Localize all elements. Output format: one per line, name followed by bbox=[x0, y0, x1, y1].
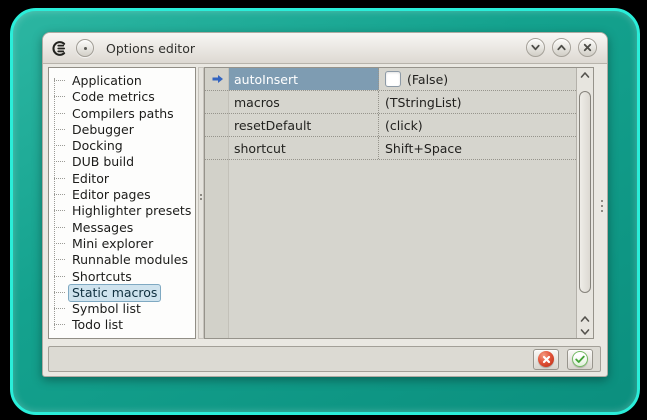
property-row-macros[interactable]: macros (TStringList) bbox=[205, 91, 576, 114]
minimize-button[interactable] bbox=[526, 38, 545, 57]
vertical-scrollbar[interactable] bbox=[576, 68, 593, 338]
property-value-text: (TStringList) bbox=[385, 95, 462, 110]
sidebar-item-mini-explorer[interactable]: Mini explorer bbox=[49, 235, 195, 251]
sidebar-item-application[interactable]: Application bbox=[49, 72, 195, 88]
scroll-up-button[interactable] bbox=[577, 68, 593, 81]
property-value-text: (click) bbox=[385, 118, 423, 133]
titlebar[interactable]: Options editor bbox=[43, 33, 607, 64]
property-row-resetdefault[interactable]: resetDefault (click) bbox=[205, 114, 576, 137]
property-value[interactable]: Shift+Space bbox=[379, 137, 576, 159]
footer-bar bbox=[48, 346, 601, 372]
window-title: Options editor bbox=[106, 41, 195, 56]
sidebar-item-messages[interactable]: Messages bbox=[49, 219, 195, 235]
sidebar-item-dub-build[interactable]: DUB build bbox=[49, 153, 195, 169]
scrollbar-track[interactable] bbox=[577, 81, 593, 312]
property-name[interactable]: resetDefault bbox=[229, 114, 379, 136]
sidebar-item-compilers-paths[interactable]: Compilers paths bbox=[49, 105, 195, 121]
scroll-up-button-bottom[interactable] bbox=[577, 312, 593, 325]
property-grid: autoInsert (False) macros (TStringList) … bbox=[204, 67, 594, 339]
sidebar-item-editor[interactable]: Editor bbox=[49, 170, 195, 186]
property-grid-body: autoInsert (False) macros (TStringList) … bbox=[205, 68, 576, 338]
property-value-text: (False) bbox=[407, 72, 448, 87]
accept-button[interactable] bbox=[567, 349, 593, 370]
close-button[interactable] bbox=[578, 38, 597, 57]
ce-logo-icon bbox=[50, 39, 68, 57]
sidebar-item-debugger[interactable]: Debugger bbox=[49, 121, 195, 137]
sidebar-item-docking[interactable]: Docking bbox=[49, 137, 195, 153]
splitter-grip-icon bbox=[200, 194, 202, 202]
window-menu-icon[interactable] bbox=[76, 39, 94, 57]
scroll-up-icon bbox=[580, 315, 590, 323]
close-icon bbox=[582, 42, 593, 53]
property-value-text: Shift+Space bbox=[385, 141, 462, 156]
property-value[interactable]: (click) bbox=[379, 114, 576, 136]
sidebar-item-runnable-modules[interactable]: Runnable modules bbox=[49, 251, 195, 267]
scroll-down-icon bbox=[580, 328, 590, 336]
accept-check-icon bbox=[572, 351, 588, 367]
property-value[interactable]: (False) bbox=[379, 68, 576, 90]
scrollbar-thumb[interactable] bbox=[579, 91, 591, 293]
cancel-button[interactable] bbox=[533, 349, 559, 370]
autoinsert-checkbox[interactable] bbox=[385, 71, 401, 87]
scroll-up-icon bbox=[580, 71, 590, 79]
window-resize-grip[interactable] bbox=[601, 200, 603, 215]
scroll-down-button[interactable] bbox=[577, 325, 593, 338]
property-name[interactable]: macros bbox=[229, 91, 379, 113]
maximize-button[interactable] bbox=[552, 38, 571, 57]
sidebar-item-highlighter-presets[interactable]: Highlighter presets bbox=[49, 202, 195, 218]
arrow-right-icon bbox=[211, 73, 224, 85]
chevron-up-icon bbox=[556, 42, 567, 53]
sidebar-item-editor-pages[interactable]: Editor pages bbox=[49, 186, 195, 202]
cancel-circle-icon bbox=[538, 351, 554, 367]
sidebar-item-symbol-list[interactable]: Symbol list bbox=[49, 300, 195, 316]
sidebar-item-static-macros[interactable]: Static macros bbox=[49, 284, 195, 300]
category-tree: Application Code metrics Compilers paths… bbox=[48, 67, 196, 339]
property-name[interactable]: shortcut bbox=[229, 137, 379, 159]
property-row-shortcut[interactable]: shortcut Shift+Space bbox=[205, 137, 576, 160]
property-value[interactable]: (TStringList) bbox=[379, 91, 576, 113]
sidebar-item-shortcuts[interactable]: Shortcuts bbox=[49, 268, 195, 284]
options-editor-window: Options editor Application Code metrics … bbox=[42, 32, 608, 377]
chevron-down-icon bbox=[530, 42, 541, 53]
sidebar-item-code-metrics[interactable]: Code metrics bbox=[49, 88, 195, 104]
property-row-autoinsert[interactable]: autoInsert (False) bbox=[205, 68, 576, 91]
sidebar-item-todo-list[interactable]: Todo list bbox=[49, 316, 195, 332]
property-name[interactable]: autoInsert bbox=[229, 68, 379, 90]
